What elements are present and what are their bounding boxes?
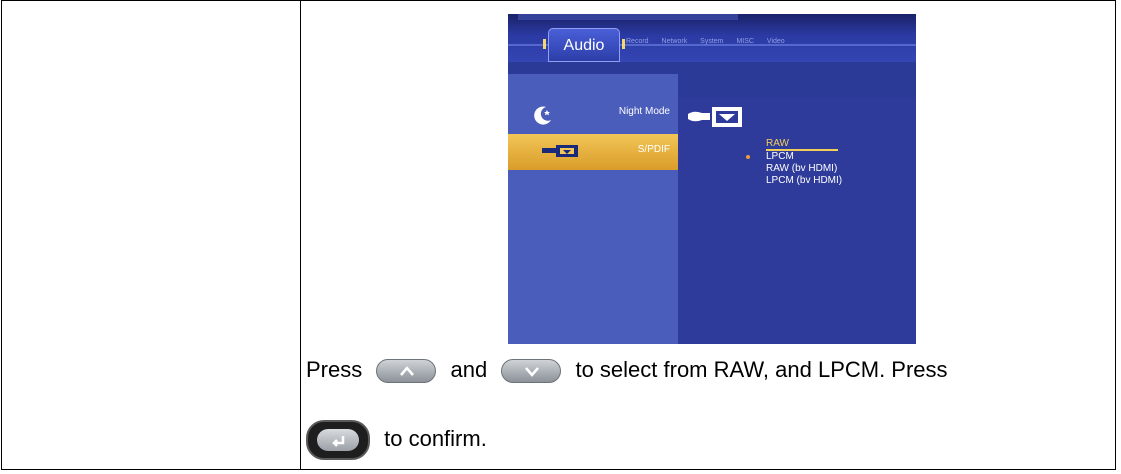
tab-system[interactable]: System [700,38,723,45]
enter-key-face [317,429,359,451]
current-selection-marker [746,155,750,159]
menu-left-panel: Night Mode S/PDIF [508,74,678,344]
option-lpcm-hdmi[interactable]: LPCM (bv HDMI) [766,175,842,187]
menu-top-bar: Audio Record Network System MISC Video [508,14,916,62]
select-text: to select from RAW, and LPCM. Press [575,357,948,382]
night-mode-label: Night Mode [618,106,670,117]
down-key-icon [501,359,562,384]
tab-record[interactable]: Record [626,38,649,45]
confirm-text: to confirm. [384,425,487,451]
tab-audio-label: Audio [563,37,605,54]
enter-key-icon [306,420,370,460]
top-decoration [518,14,738,20]
option-raw[interactable]: RAW [766,138,838,151]
tab-right-marker [622,39,625,49]
instruction-line-1: Press and to select from RAW, and LPCM. … [306,357,948,384]
up-key-icon [376,359,437,384]
option-lpcm[interactable]: LPCM [766,151,842,163]
and-text: and [450,357,488,382]
moon-icon [534,106,551,125]
spdif-label: S/PDIF [637,144,670,155]
tab-left-marker [543,39,546,49]
spdif-icon [542,145,578,157]
menu-right-panel: RAW LPCM RAW (bv HDMI) LPCM (bv HDMI) [678,98,916,344]
tab-audio[interactable]: Audio [543,28,625,62]
spdif-options-list: RAW LPCM RAW (bv HDMI) LPCM (bv HDMI) [746,138,842,187]
table-left-cell [2,1,301,469]
menu-item-spdif[interactable]: S/PDIF [508,134,678,170]
tab-network[interactable]: Network [662,38,688,45]
inactive-tabs: Record Network System MISC Video [626,38,796,45]
tab-video[interactable]: Video [767,38,785,45]
spdif-large-icon [688,107,742,127]
press-text: Press [306,357,363,382]
menu-item-night-mode[interactable]: Night Mode [508,96,678,130]
option-raw-hdmi[interactable]: RAW (bv HDMI) [766,163,842,175]
tv-menu-screenshot: Audio Record Network System MISC Video N… [508,14,916,344]
instruction-line-2: to confirm. [306,420,487,460]
tab-misc[interactable]: MISC [736,38,754,45]
